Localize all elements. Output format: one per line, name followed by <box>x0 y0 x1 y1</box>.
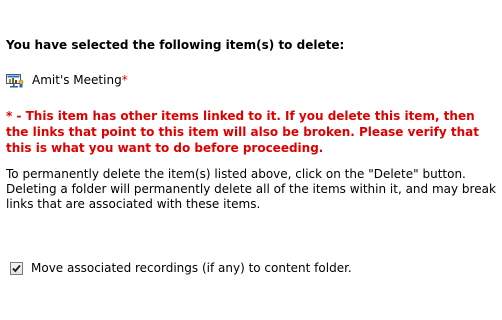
move-recordings-checkbox[interactable] <box>10 261 23 275</box>
move-recordings-option[interactable]: Move associated recordings (if any) to c… <box>10 261 352 275</box>
delete-info-text: To permanently delete the item(s) listed… <box>6 167 496 211</box>
delete-heading: You have selected the following item(s) … <box>6 38 345 52</box>
linked-marker: * <box>121 73 128 87</box>
selected-item: Amit's Meeting * <box>6 70 128 90</box>
meeting-icon <box>6 72 24 88</box>
item-name: Amit's Meeting <box>32 73 122 87</box>
checkmark-icon <box>12 264 21 272</box>
move-recordings-label: Move associated recordings (if any) to c… <box>31 261 352 275</box>
linked-items-warning: * - This item has other items linked to … <box>6 109 479 155</box>
